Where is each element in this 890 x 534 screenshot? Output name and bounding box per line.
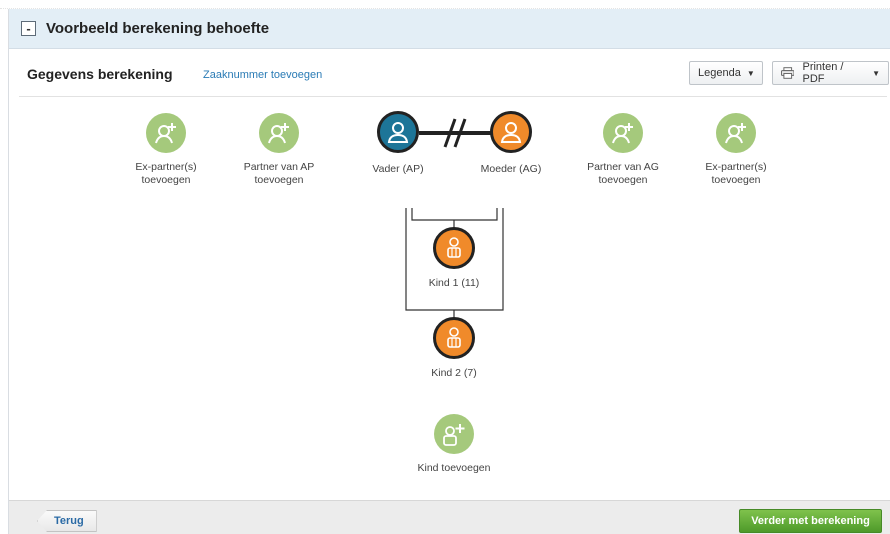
person-icon (490, 111, 532, 153)
add-person-icon (146, 113, 186, 153)
back-button[interactable]: Terug (37, 510, 97, 532)
node-label: Ex-partner(s) toevoegen (705, 161, 767, 186)
calculation-panel: - Voorbeeld berekening behoefte Gegevens… (8, 9, 890, 534)
child-icon (433, 227, 475, 269)
add-person-icon (603, 113, 643, 153)
child-icon (433, 317, 475, 359)
node-label: Kind 1 (11) (428, 277, 480, 289)
child-2-node[interactable]: Kind 2 (7) (404, 317, 504, 380)
add-partner-ag-node[interactable]: Partner van AG toevoegen (573, 113, 673, 187)
add-ex-partner-ap-node[interactable]: Ex-partner(s) toevoegen (116, 113, 216, 187)
parents-children-bracket (411, 208, 498, 221)
top-border (0, 0, 890, 9)
node-label: Partner van AP toevoegen (243, 161, 315, 186)
node-label: Ex-partner(s) toevoegen (135, 161, 197, 186)
node-label: Kind 2 (7) (431, 367, 477, 379)
node-label: Partner van AG toevoegen (587, 161, 659, 186)
add-person-icon (716, 113, 756, 153)
add-child-node[interactable]: Kind toevoegen (404, 414, 504, 475)
father-node[interactable]: Vader (AP) (348, 111, 448, 176)
add-person-icon (259, 113, 299, 153)
panel-footer: Terug Verder met berekening (9, 500, 890, 534)
person-icon (377, 111, 419, 153)
add-child-icon (434, 414, 474, 454)
child-1-node[interactable]: Kind 1 (11) (404, 227, 504, 290)
node-label: Kind toevoegen (417, 462, 491, 474)
add-ex-partner-ag-node[interactable]: Ex-partner(s) toevoegen (686, 113, 786, 187)
mother-node[interactable]: Moeder (AG) (461, 111, 561, 176)
add-partner-ap-node[interactable]: Partner van AP toevoegen (229, 113, 329, 187)
node-label: Vader (AP) (372, 163, 424, 175)
continue-calculation-button[interactable]: Verder met berekening (739, 509, 882, 533)
node-label: Moeder (AG) (480, 163, 542, 175)
